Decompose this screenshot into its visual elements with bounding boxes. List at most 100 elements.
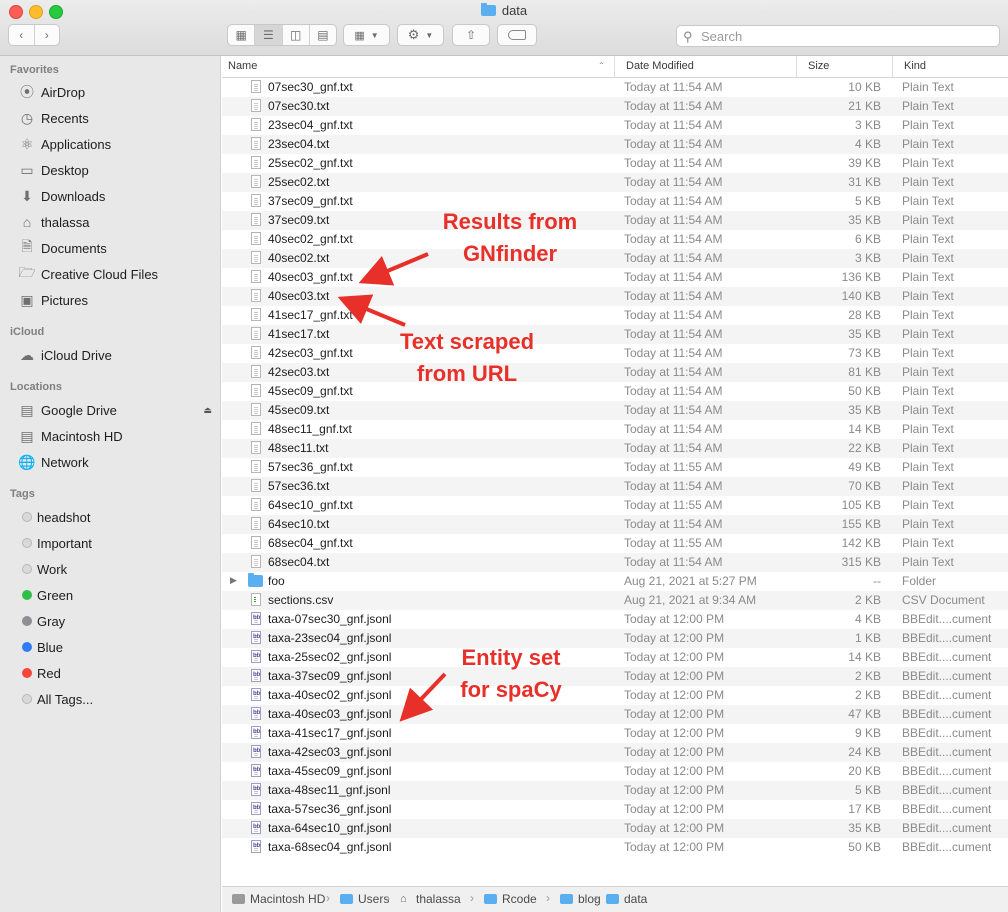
path-crumb-macintosh-hd[interactable]: Macintosh HD [232, 892, 325, 906]
file-row[interactable]: taxa-68sec04_gnf.jsonl Today at 12:00 PM 5… [222, 838, 1008, 857]
file-row[interactable]: sections.csv Aug 21, 2021 at 9:34 AM 2 KB C… [222, 591, 1008, 610]
disclosure-triangle-icon[interactable]: ▶ [230, 575, 237, 586]
file-row[interactable]: 25sec02.txt Today at 11:54 AM 31 KB Plain T… [222, 173, 1008, 192]
sidebar-tag-important[interactable]: Important [18, 532, 218, 554]
path-crumb-users[interactable]: Users [340, 892, 389, 906]
file-row[interactable]: 07sec30_gnf.txt Today at 11:54 AM 10 KB Pla… [222, 78, 1008, 97]
file-kind: Plain Text [902, 156, 954, 170]
file-row[interactable]: 40sec02.txt Today at 11:54 AM 3 KB Plain Te… [222, 249, 1008, 268]
text-file-icon [251, 137, 261, 150]
file-row[interactable]: taxa-40sec03_gnf.jsonl Today at 12:00 PM 4… [222, 705, 1008, 724]
icon-view-button[interactable]: ▦ [228, 25, 256, 45]
file-row[interactable]: taxa-42sec03_gnf.jsonl Today at 12:00 PM 2… [222, 743, 1008, 762]
file-row[interactable]: 23sec04.txt Today at 11:54 AM 4 KB Plain Te… [222, 135, 1008, 154]
sidebar-tag-work[interactable]: Work [18, 558, 218, 580]
sidebar-item-icloud-drive[interactable]: ☁ iCloud Drive [18, 344, 218, 366]
file-row[interactable]: 68sec04_gnf.txt Today at 11:55 AM 142 KB Pl… [222, 534, 1008, 553]
sidebar-tag-all-tags[interactable]: All Tags... [18, 688, 218, 710]
file-row[interactable]: 40sec02_gnf.txt Today at 11:54 AM 6 KB Plai… [222, 230, 1008, 249]
sidebar-item-airdrop[interactable]: ⦿ AirDrop [18, 81, 218, 103]
file-row[interactable]: 57sec36_gnf.txt Today at 11:55 AM 49 KB Pla… [222, 458, 1008, 477]
file-row[interactable]: 42sec03.txt Today at 11:54 AM 81 KB Plain T… [222, 363, 1008, 382]
file-name: 40sec02.txt [268, 251, 330, 265]
file-row[interactable]: 07sec30.txt Today at 11:54 AM 21 KB Plain T… [222, 97, 1008, 116]
file-row[interactable]: 64sec10_gnf.txt Today at 11:55 AM 105 KB Pl… [222, 496, 1008, 515]
sidebar-item-network[interactable]: 🌐 Network [18, 451, 218, 473]
sidebar-item-google-drive[interactable]: ▤ Google Drive ⏏ [18, 399, 218, 421]
file-name: 37sec09_gnf.txt [268, 194, 353, 208]
file-row[interactable]: taxa-57sec36_gnf.jsonl Today at 12:00 PM 1… [222, 800, 1008, 819]
sidebar-tag-blue[interactable]: Blue [18, 636, 218, 658]
file-row[interactable]: 25sec02_gnf.txt Today at 11:54 AM 39 KB Pla… [222, 154, 1008, 173]
file-row[interactable]: taxa-41sec17_gnf.jsonl Today at 12:00 PM 9… [222, 724, 1008, 743]
file-name: taxa-40sec03_gnf.jsonl [268, 707, 392, 721]
file-row[interactable]: 48sec11.txt Today at 11:54 AM 22 KB Plain T… [222, 439, 1008, 458]
sidebar-item-macintosh-hd[interactable]: ▤ Macintosh HD [18, 425, 218, 447]
search-input[interactable] [699, 28, 993, 45]
file-row[interactable]: 45sec09_gnf.txt Today at 11:54 AM 50 KB Pla… [222, 382, 1008, 401]
file-row[interactable]: 41sec17.txt Today at 11:54 AM 35 KB Plain T… [222, 325, 1008, 344]
file-row[interactable]: 23sec04_gnf.txt Today at 11:54 AM 3 KB Plai… [222, 116, 1008, 135]
file-row[interactable]: 37sec09.txt Today at 11:54 AM 35 KB Plain T… [222, 211, 1008, 230]
column-separator[interactable] [614, 56, 615, 77]
file-row[interactable]: taxa-40sec02_gnf.jsonl Today at 12:00 PM 2… [222, 686, 1008, 705]
file-row[interactable]: taxa-45sec09_gnf.jsonl Today at 12:00 PM 2… [222, 762, 1008, 781]
eject-icon[interactable]: ⏏ [203, 405, 212, 416]
gear-icon: ⚙ [407, 27, 420, 42]
file-row[interactable]: taxa-48sec11_gnf.jsonl Today at 12:00 PM 5… [222, 781, 1008, 800]
file-row[interactable]: 40sec03_gnf.txt Today at 11:54 AM 136 KB Pl… [222, 268, 1008, 287]
action-menu-button[interactable]: ⚙ ▼ [397, 24, 444, 46]
file-size: 17 KB [848, 802, 881, 816]
file-row[interactable]: 45sec09.txt Today at 11:54 AM 35 KB Plain T… [222, 401, 1008, 420]
list-view-button[interactable]: ☰ [255, 25, 283, 45]
file-row[interactable]: 41sec17_gnf.txt Today at 11:54 AM 28 KB Pla… [222, 306, 1008, 325]
path-crumb-data[interactable]: data [606, 892, 647, 906]
sidebar-tag-red[interactable]: Red [18, 662, 218, 684]
back-button[interactable]: ‹ [9, 25, 35, 45]
gallery-view-icon: ▤ [317, 28, 329, 42]
file-row[interactable]: 48sec11_gnf.txt Today at 11:54 AM 14 KB Pla… [222, 420, 1008, 439]
column-kind-header[interactable]: Kind [904, 60, 926, 72]
file-row[interactable]: taxa-37sec09_gnf.jsonl Today at 12:00 PM 2… [222, 667, 1008, 686]
group-by-button[interactable]: ▦ ▼ [343, 24, 390, 46]
path-crumb-thalassa[interactable]: ⌂ thalassa [400, 892, 461, 906]
sidebar-tag-headshot[interactable]: headshot [18, 506, 218, 528]
file-row[interactable]: 57sec36.txt Today at 11:54 AM 70 KB Plain T… [222, 477, 1008, 496]
file-name: 23sec04_gnf.txt [268, 118, 353, 132]
gallery-view-button[interactable]: ▤ [310, 25, 336, 45]
folder-row[interactable]: ▶ foo Aug 21, 2021 at 5:27 PM -- Folder [222, 572, 1008, 591]
sidebar-item-desktop[interactable]: ▭ Desktop [18, 159, 218, 181]
file-row[interactable]: 40sec03.txt Today at 11:54 AM 140 KB Plain … [222, 287, 1008, 306]
file-row[interactable]: taxa-25sec02_gnf.jsonl Today at 12:00 PM 1… [222, 648, 1008, 667]
sidebar-item-recents[interactable]: ◷ Recents [18, 107, 218, 129]
file-row[interactable]: 37sec09_gnf.txt Today at 11:54 AM 5 KB Plai… [222, 192, 1008, 211]
file-name: foo [268, 574, 285, 588]
column-separator[interactable] [892, 56, 893, 77]
column-date-header[interactable]: Date Modified [626, 60, 694, 72]
sidebar-item-applications[interactable]: ⚛ Applications [18, 133, 218, 155]
file-row[interactable]: 42sec03_gnf.txt Today at 11:54 AM 73 KB Pla… [222, 344, 1008, 363]
column-name-header[interactable]: Name [228, 60, 257, 72]
text-file-icon [251, 232, 261, 245]
file-row[interactable]: taxa-07sec30_gnf.jsonl Today at 12:00 PM 4… [222, 610, 1008, 629]
sidebar-item-thalassa[interactable]: ⌂ thalassa [18, 211, 218, 233]
tag-color-dot-icon [22, 564, 32, 574]
file-row[interactable]: 64sec10.txt Today at 11:54 AM 155 KB Plain … [222, 515, 1008, 534]
sidebar-item-creative-cloud-files[interactable]: 🗁 Creative Cloud Files [18, 263, 218, 285]
sidebar-item-pictures[interactable]: ▣ Pictures [18, 289, 218, 311]
file-row[interactable]: taxa-64sec10_gnf.jsonl Today at 12:00 PM 3… [222, 819, 1008, 838]
path-crumb-rcode[interactable]: Rcode [484, 892, 537, 906]
search-field[interactable]: ⚲ [676, 25, 1000, 47]
column-view-button[interactable]: ◫ [283, 25, 310, 45]
share-button[interactable]: ⇧ [452, 24, 490, 46]
sidebar-tag-gray[interactable]: Gray [18, 610, 218, 632]
sidebar-item-documents[interactable]: 🗎 Documents [18, 237, 218, 259]
file-row[interactable]: 68sec04.txt Today at 11:54 AM 315 KB Plain … [222, 553, 1008, 572]
sidebar-tag-green[interactable]: Green [18, 584, 218, 606]
column-size-header[interactable]: Size [808, 60, 829, 72]
file-row[interactable]: taxa-23sec04_gnf.jsonl Today at 12:00 PM 1… [222, 629, 1008, 648]
tags-button[interactable] [497, 24, 537, 46]
column-separator[interactable] [796, 56, 797, 77]
sidebar-item-downloads[interactable]: ⬇ Downloads [18, 185, 218, 207]
forward-button[interactable]: › [35, 25, 60, 45]
